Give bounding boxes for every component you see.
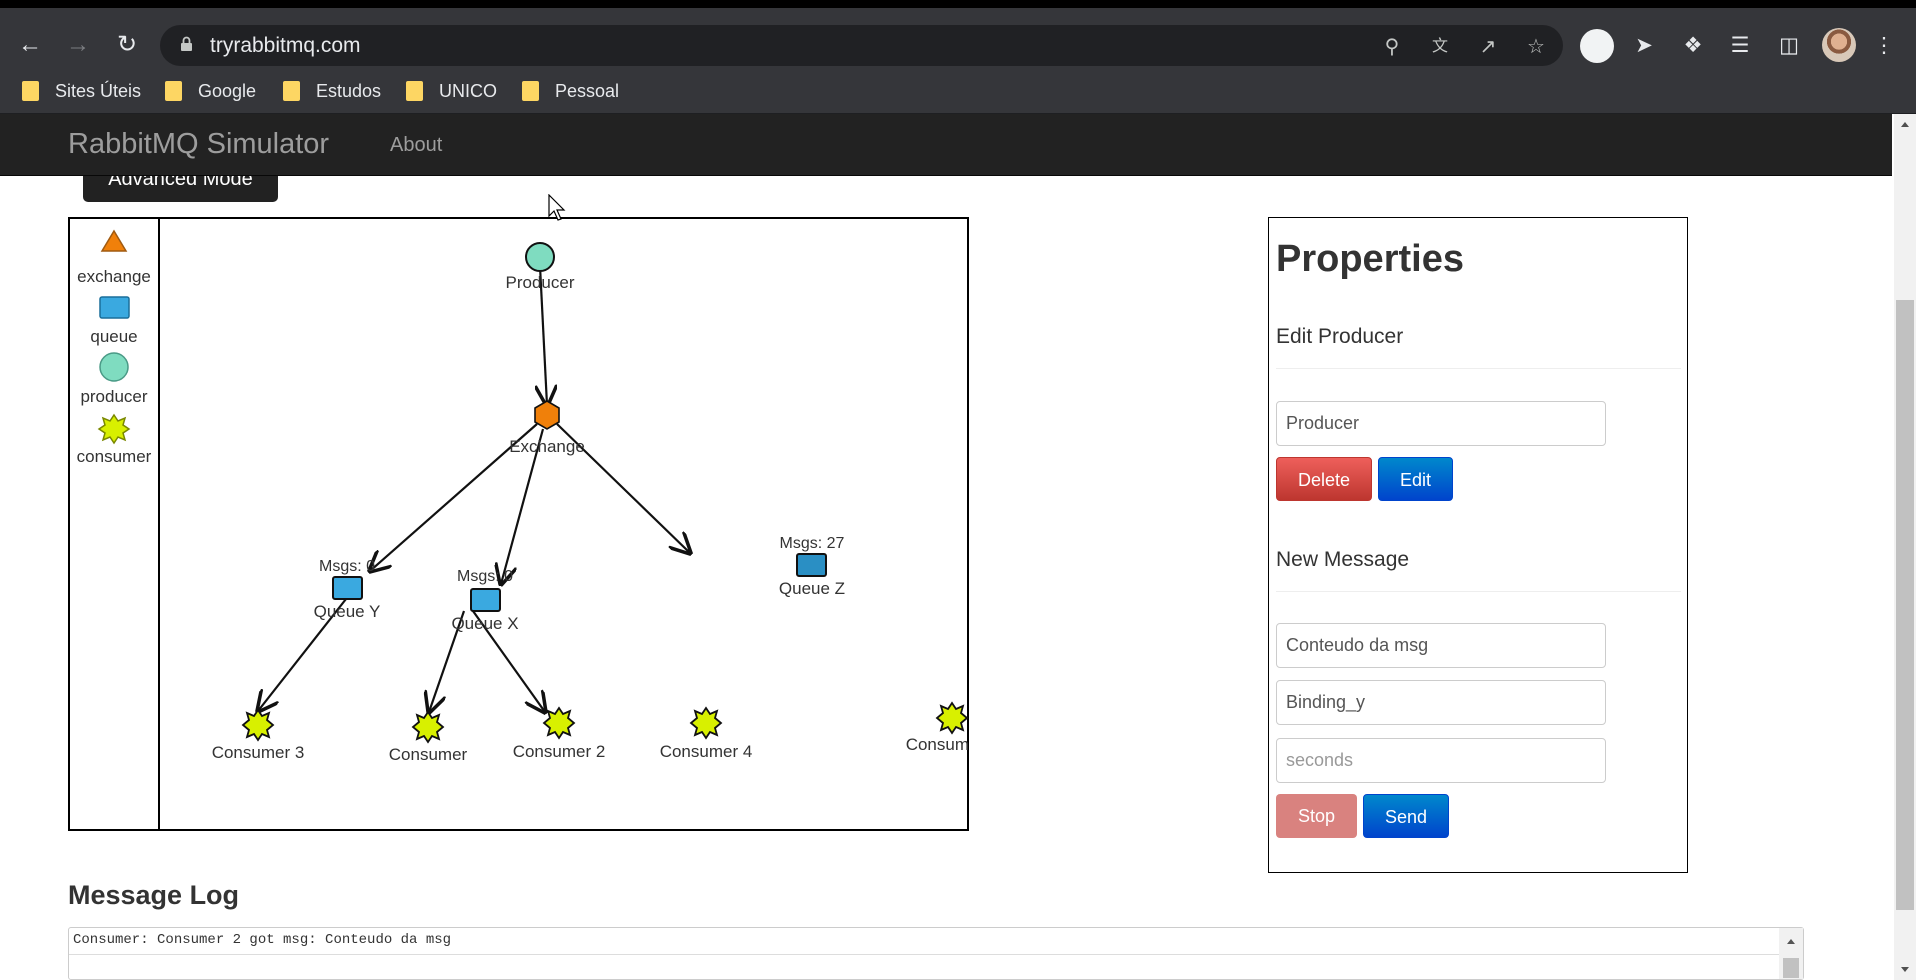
folder-icon — [522, 81, 539, 101]
translate-icon[interactable]: 文 — [1428, 35, 1452, 59]
new-message-heading: New Message — [1276, 548, 1410, 571]
bookmarks-bar: Sites Úteis Google Estudos UNICO Pessoal — [0, 70, 1916, 114]
properties-panel: Properties Edit Producer Delete Edit New… — [1268, 217, 1688, 873]
consumer-3-label: Consumer 3 — [212, 743, 305, 762]
bookmark-folder[interactable]: UNICO — [406, 76, 497, 106]
page-scroll-up-icon[interactable] — [1894, 116, 1916, 134]
bookmark-star-icon[interactable]: ☆ — [1524, 35, 1548, 59]
consumer-node[interactable] — [411, 710, 445, 744]
consumer-5-label: Consumer 5 — [906, 735, 968, 754]
message-log-textarea[interactable]: Consumer: Consumer 2 got msg: Conteudo d… — [68, 927, 1804, 980]
delete-button[interactable]: Delete — [1276, 457, 1372, 501]
topology-diagram: Producer Exchange Msgs: 0 Queue Y Msgs: … — [212, 242, 968, 764]
consumer-5-node[interactable] — [935, 701, 968, 735]
seconds-input[interactable] — [1276, 738, 1606, 783]
folder-icon — [22, 81, 39, 101]
mouse-cursor-icon — [548, 194, 566, 221]
routing-key-input[interactable] — [1276, 680, 1606, 725]
menu-kebab-icon[interactable]: ⋮ — [1870, 32, 1898, 60]
page-scroll-thumb[interactable] — [1896, 300, 1914, 910]
bookmark-label: UNICO — [439, 80, 497, 101]
queue-z-msgs: Msgs: 27 — [780, 535, 845, 552]
search-icon[interactable]: ⚲ — [1380, 35, 1404, 59]
bookmark-folder[interactable]: Estudos — [283, 76, 381, 106]
reload-icon[interactable]: ↻ — [113, 31, 141, 59]
extension-arrow-icon[interactable]: ➤ — [1630, 32, 1658, 60]
bookmark-folder[interactable]: Google — [165, 76, 256, 106]
simulator-canvas[interactable]: exchange queue producer consumer Produce… — [68, 217, 969, 831]
palette-label-producer: producer — [80, 387, 148, 406]
exchange-node[interactable] — [534, 400, 560, 430]
bookmark-folder[interactable]: Sites Úteis — [22, 76, 141, 106]
queue-x-label: Queue X — [451, 614, 518, 633]
producer-node-label: Producer — [506, 273, 575, 292]
web-page: Advanced Mode RabbitMQ Simulator About e… — [0, 114, 1916, 980]
properties-title: Properties — [1276, 238, 1464, 280]
consumer-palette-icon[interactable] — [97, 413, 131, 445]
back-arrow-icon[interactable]: ← — [16, 31, 44, 59]
forward-arrow-icon[interactable]: → — [64, 31, 92, 59]
queue-y-msgs: Msgs: 0 — [319, 558, 375, 575]
queue-z-label: Queue Z — [779, 579, 845, 598]
exchange-palette-icon[interactable] — [100, 229, 128, 252]
exchange-node-label: Exchange — [509, 437, 585, 456]
folder-icon — [283, 81, 300, 101]
nav-about-link[interactable]: About — [390, 134, 442, 157]
address-bar[interactable]: tryrabbitmq.com ⚲ 文 ↗ ☆ — [160, 25, 1563, 66]
log-line: Consumer: Consumer 2 got msg: Conteudo d… — [73, 932, 452, 948]
extensions-puzzle-icon[interactable]: ❖ — [1679, 32, 1707, 60]
queue-y-label: Queue Y — [314, 602, 381, 621]
queue-y-node[interactable] — [332, 576, 363, 600]
bookmark-folder[interactable]: Pessoal — [522, 76, 619, 106]
palette-label-queue: queue — [90, 327, 138, 346]
scroll-up-icon[interactable] — [1779, 932, 1803, 952]
folder-icon — [406, 81, 423, 101]
consumer-2-node[interactable] — [542, 706, 576, 740]
page-scrollbar[interactable] — [1894, 114, 1916, 980]
bookmark-label: Google — [198, 80, 257, 101]
lock-icon — [181, 36, 192, 51]
bookmark-label: Pessoal — [555, 80, 620, 101]
side-panel-icon[interactable]: ◫ — [1775, 32, 1803, 60]
queue-z-node[interactable] — [796, 553, 827, 577]
consumer-4-label: Consumer 4 — [660, 742, 753, 761]
queue-x-node[interactable] — [470, 588, 501, 612]
queue-x-msgs: Msgs: 0 — [457, 568, 513, 585]
log-scroll-thumb[interactable] — [1783, 958, 1799, 978]
consumer-4-node[interactable] — [689, 706, 723, 740]
brand-title[interactable]: RabbitMQ Simulator — [68, 128, 329, 161]
producer-name-input[interactable] — [1276, 401, 1606, 446]
queue-palette-icon[interactable] — [99, 296, 130, 319]
profile-avatar[interactable] — [1822, 28, 1856, 62]
palette-label-exchange: exchange — [77, 267, 151, 286]
stop-button[interactable]: Stop — [1276, 794, 1357, 838]
edit-button[interactable]: Edit — [1378, 457, 1453, 501]
folder-icon — [165, 81, 182, 101]
site-navbar: RabbitMQ Simulator About — [0, 114, 1892, 176]
consumer-label: Consumer — [389, 745, 468, 764]
consumer-2-label: Consumer 2 — [513, 742, 606, 761]
consumer-3-node[interactable] — [241, 708, 275, 742]
send-button[interactable]: Send — [1363, 794, 1449, 838]
reading-list-icon[interactable]: ☰ — [1726, 32, 1754, 60]
extension-icon-profile[interactable] — [1580, 29, 1614, 63]
log-scrollbar[interactable] — [1779, 928, 1803, 979]
bookmark-label: Sites Úteis — [55, 80, 142, 101]
edit-producer-heading: Edit Producer — [1276, 325, 1404, 348]
message-content-input[interactable] — [1276, 623, 1606, 668]
log-separator — [69, 954, 1797, 955]
producer-palette-icon[interactable] — [99, 352, 129, 382]
share-icon[interactable]: ↗ — [1476, 35, 1500, 59]
bookmark-label: Estudos — [316, 80, 382, 101]
producer-node[interactable] — [525, 242, 555, 272]
url-text: tryrabbitmq.com — [210, 34, 361, 57]
message-log-title: Message Log — [68, 880, 240, 910]
page-scroll-down-icon[interactable] — [1894, 960, 1916, 978]
window-top-edge — [0, 0, 1916, 8]
browser-toolbar: ← → ↻ tryrabbitmq.com ⚲ 文 ↗ ☆ ➤ ❖ ☰ ◫ ⋮ — [0, 8, 1916, 70]
palette-label-consumer: consumer — [76, 447, 152, 466]
